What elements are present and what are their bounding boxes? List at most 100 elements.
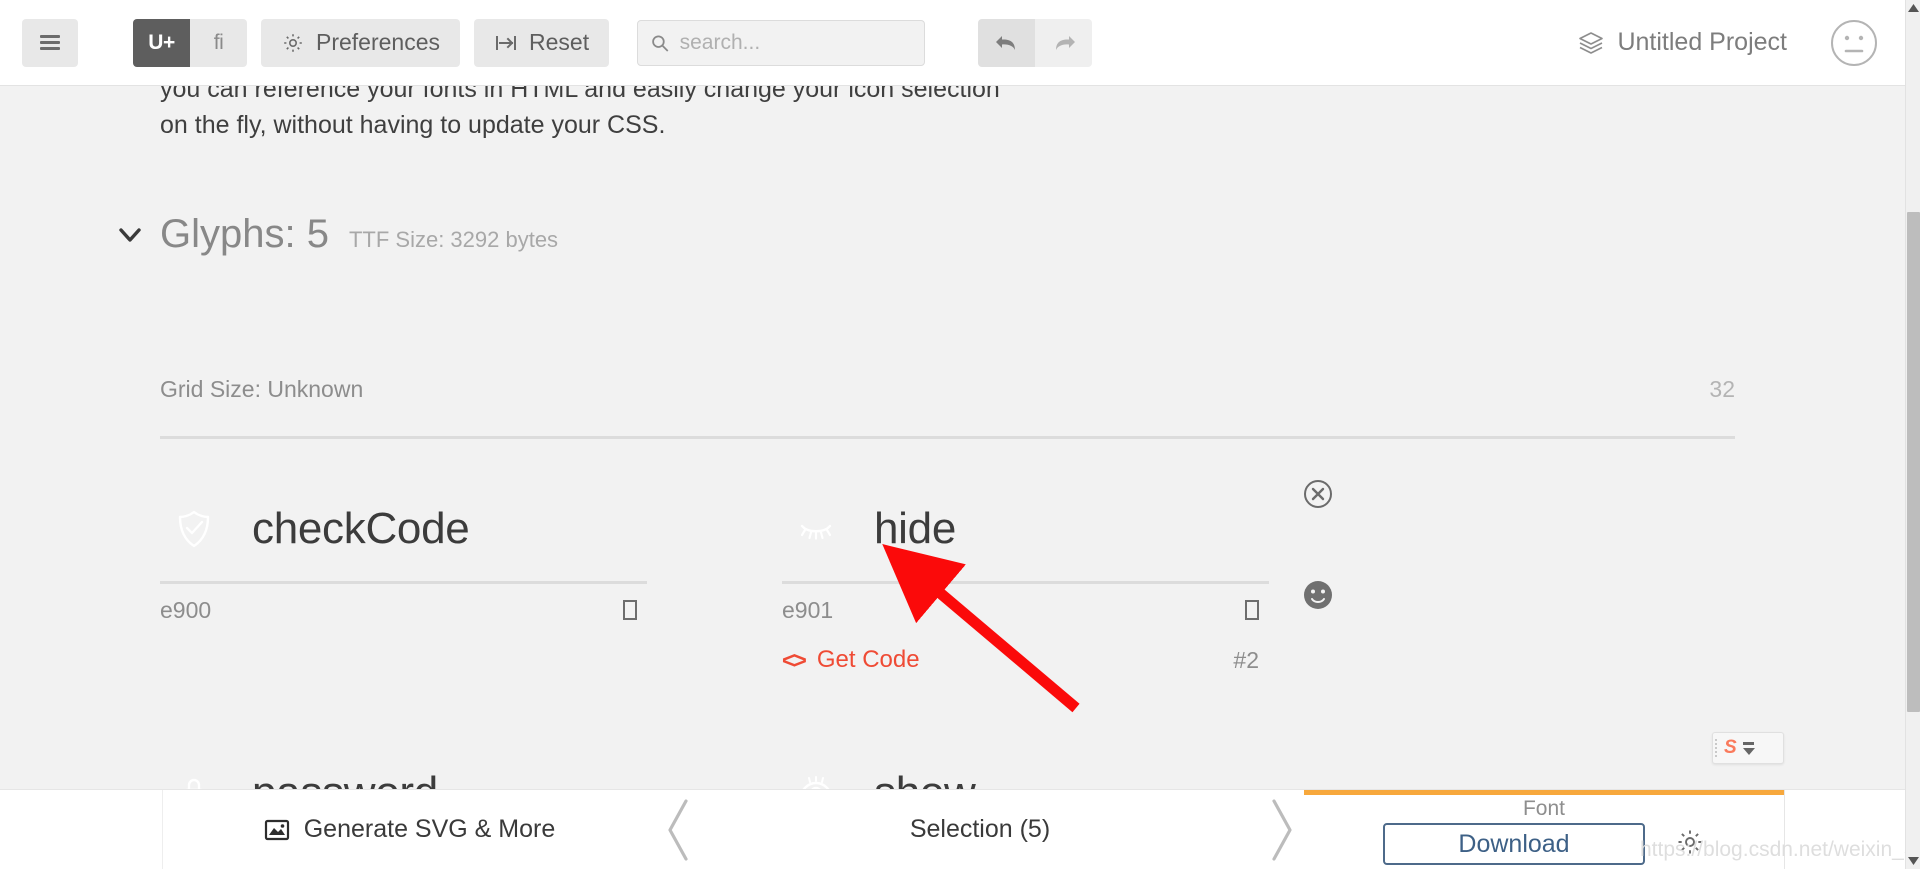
- download-row: Download: [1383, 823, 1705, 865]
- toolbar-right-group: Untitled Project: [1577, 18, 1905, 68]
- glyph-card-top: hide: [782, 476, 1269, 581]
- preferences-label: Preferences: [316, 29, 441, 55]
- redo-arrow-icon: [1055, 35, 1075, 50]
- icomoon-app: U+ fi Preferences Reset search... Untitl…: [0, 0, 1920, 869]
- generate-svg-label: Generate SVG & More: [303, 815, 556, 843]
- gear-icon: [1678, 830, 1702, 853]
- bottom-bar: Generate SVG & More Selection (5) Font D…: [0, 789, 1905, 869]
- project-selector[interactable]: Untitled Project: [1577, 28, 1787, 57]
- toolbar-left-group: U+ fi Preferences Reset search...: [0, 18, 1093, 67]
- triangle-down-icon: [1908, 857, 1919, 865]
- reset-label: Reset: [529, 29, 590, 55]
- gear-icon: [284, 33, 302, 52]
- avatar[interactable]: [1829, 18, 1879, 68]
- glyph-code: e900: [160, 596, 212, 623]
- next-tab-chevron[interactable]: [1260, 790, 1304, 869]
- glyph-name: checkCode: [252, 503, 470, 553]
- ime-floating-widget[interactable]: S: [1712, 732, 1784, 764]
- drag-handle-icon[interactable]: [1713, 733, 1720, 763]
- selection-label: Selection (5): [909, 815, 1051, 843]
- history-button-group: [978, 18, 1093, 67]
- ime-expand-control[interactable]: [1742, 741, 1755, 755]
- intro-line-1: you can reference your fonts in HTML and…: [160, 86, 1000, 103]
- circle-smiley-icon[interactable]: [1300, 577, 1336, 618]
- font-label: Font: [1522, 797, 1566, 820]
- undo-button[interactable]: [978, 18, 1036, 67]
- chevron-right-icon: [1272, 798, 1292, 861]
- vertical-scrollbar[interactable]: [1905, 0, 1920, 869]
- lock-icon: [172, 771, 216, 789]
- font-tab-panel: Font Download: [1304, 790, 1784, 869]
- scrollbar-thumb[interactable]: [1907, 212, 1920, 712]
- grid-size-label: Grid Size: Unknown: [160, 376, 364, 402]
- scroll-down-button[interactable]: [1906, 853, 1920, 869]
- top-toolbar: U+ fi Preferences Reset search... Untitl…: [0, 0, 1905, 86]
- mode-ligature-button[interactable]: fi: [190, 18, 247, 67]
- search-input[interactable]: [679, 30, 913, 55]
- font-settings-button[interactable]: [1675, 827, 1705, 862]
- search-icon: [652, 34, 669, 52]
- mode-unicode-button[interactable]: U+: [133, 18, 190, 67]
- neutral-face-icon: [1831, 19, 1877, 66]
- glyph-card-top: show: [782, 740, 1269, 789]
- intro-line-2: on the fly, without having to update you…: [160, 111, 666, 139]
- glyph-preview-tofu: [1245, 600, 1259, 620]
- grid-size-value: 32: [1709, 376, 1735, 402]
- glyph-card-top: checkCode: [160, 476, 647, 581]
- side-icon-column: [1300, 476, 1336, 678]
- project-title: Untitled Project: [1617, 28, 1787, 56]
- scroll-up-button[interactable]: [1906, 0, 1920, 16]
- prev-tab-chevron[interactable]: [656, 790, 700, 869]
- glyph-row: checkCode e900 hide e901 <> Get Code #2: [160, 476, 1270, 684]
- eye-open-icon: [794, 771, 838, 789]
- code-brackets-icon: <>: [782, 646, 807, 673]
- reset-icon: [496, 35, 517, 50]
- grid-size-slider[interactable]: [160, 436, 1735, 439]
- download-button[interactable]: Download: [1383, 823, 1645, 865]
- glyph-card-show[interactable]: show e903: [782, 740, 1269, 789]
- shield-check-icon: [172, 507, 216, 551]
- glyphs-section-header: Glyphs: 5 TTF Size: 3292 bytes: [119, 212, 559, 257]
- glyph-code: e901: [782, 596, 834, 623]
- glyph-code-row: e901: [782, 584, 1269, 636]
- hamburger-icon: [40, 35, 60, 50]
- circle-x-icon[interactable]: [1300, 476, 1336, 517]
- glyph-preview-tofu: [623, 600, 637, 620]
- bottom-bar-spacer: [0, 790, 163, 869]
- glyph-card-password[interactable]: password e902: [160, 740, 647, 789]
- search-box[interactable]: [637, 19, 926, 66]
- glyph-name: show: [874, 768, 976, 790]
- triangle-down-icon: [1742, 747, 1755, 755]
- chevron-down-icon[interactable]: [117, 222, 143, 248]
- get-code-label: Get Code: [816, 646, 920, 673]
- glyph-grid: checkCode e900 hide e901 <> Get Code #2: [160, 476, 1270, 789]
- sogou-logo-icon: S: [1724, 737, 1737, 758]
- get-code-link[interactable]: <> Get Code: [782, 646, 920, 674]
- bottom-bar-end-spacer: [1785, 790, 1905, 869]
- chevron-left-icon: [668, 798, 688, 861]
- glyph-name: password: [252, 768, 438, 790]
- ttf-size-label: TTF Size: 3292 bytes: [348, 227, 559, 252]
- layers-icon: [1579, 31, 1604, 54]
- reset-button[interactable]: Reset: [474, 18, 610, 67]
- undo-arrow-icon: [995, 35, 1015, 50]
- image-icon: [264, 819, 289, 840]
- selection-tab[interactable]: Selection (5): [700, 790, 1260, 869]
- glyph-name: hide: [874, 503, 956, 553]
- redo-button[interactable]: [1035, 18, 1093, 67]
- glyph-card-top: password: [160, 740, 647, 789]
- glyph-card-hide[interactable]: hide e901 <> Get Code #2: [782, 476, 1269, 684]
- glyphs-count-title: Glyphs: 5: [160, 212, 329, 256]
- mode-toggle-group: U+ fi: [133, 18, 247, 67]
- triangle-up-icon: [1907, 4, 1919, 12]
- glyph-card-checkcode[interactable]: checkCode e900: [160, 476, 647, 684]
- hamburger-menu-button[interactable]: [22, 18, 78, 67]
- preferences-button[interactable]: Preferences: [261, 18, 461, 67]
- intro-text: you can reference your fonts in HTML and…: [160, 86, 1060, 143]
- glyph-row: password e902: [160, 740, 1270, 789]
- glyph-code-row: e900: [160, 584, 647, 636]
- ime-bar-icon: [1743, 741, 1755, 745]
- eye-closed-icon: [794, 507, 838, 551]
- generate-svg-tab[interactable]: Generate SVG & More: [163, 790, 656, 869]
- glyph-getcode-row: <> Get Code #2: [782, 636, 1269, 684]
